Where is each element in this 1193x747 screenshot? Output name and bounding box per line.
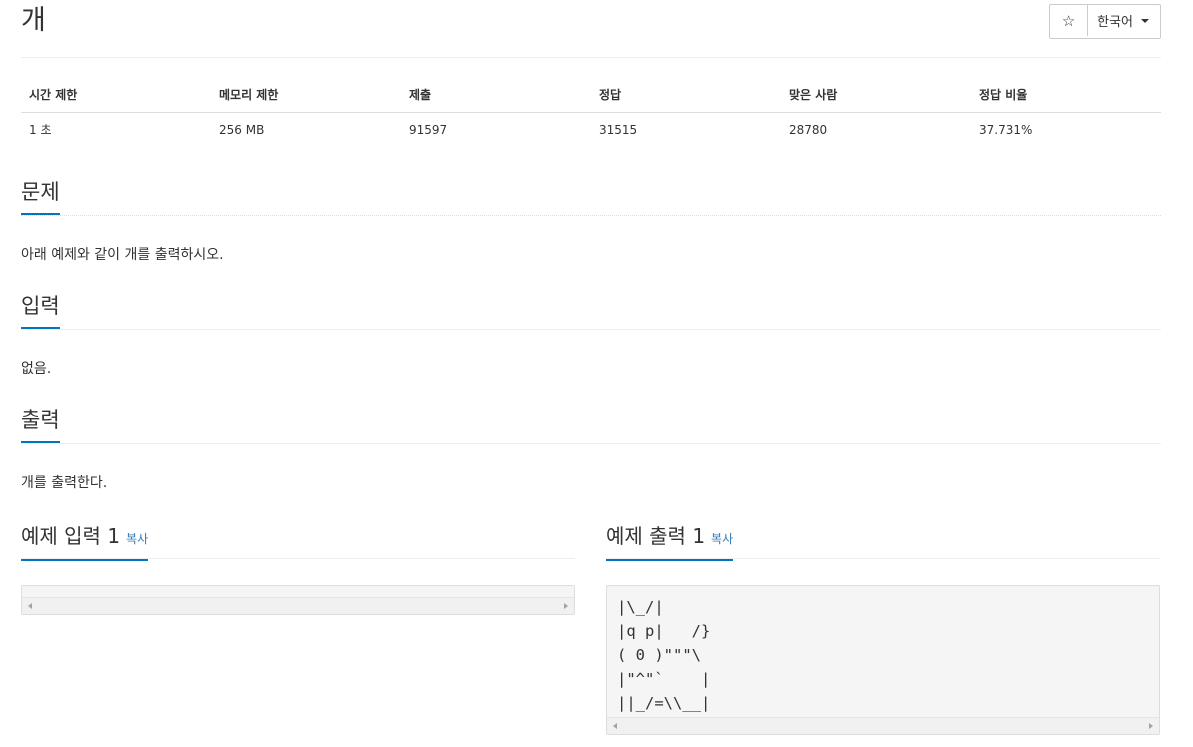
copy-sample-input-button[interactable]: 복사 xyxy=(126,532,148,546)
problem-actions: ☆ 한국어 xyxy=(1049,4,1161,39)
input-section: 입력 없음. xyxy=(21,291,1161,378)
sample-output-section: 예제 출력 1 복사 |\_/| |q p| /} ( 0 )"""\ |"^"`… xyxy=(606,521,1160,735)
language-dropdown[interactable]: 한국어 xyxy=(1088,5,1160,36)
star-button[interactable]: ☆ xyxy=(1050,5,1089,36)
sample-input-content xyxy=(22,586,574,597)
output-header: 출력 xyxy=(21,405,1161,444)
sample-input-section: 예제 입력 1 복사 xyxy=(21,521,575,615)
problem-info-table: 시간 제한 메모리 제한 제출 정답 맞은 사람 정답 비율 1 초 256 M… xyxy=(21,84,1161,147)
caret-down-icon xyxy=(1141,19,1149,23)
header-divider xyxy=(21,57,1161,58)
table-header-row: 시간 제한 메모리 제한 제출 정답 맞은 사람 정답 비율 xyxy=(21,84,1161,112)
sample-output-heading-wrap: 예제 출력 1 복사 xyxy=(606,521,734,561)
sample-output-box[interactable]: |\_/| |q p| /} ( 0 )"""\ |"^"` | ||_/=\\… xyxy=(606,585,1160,735)
sample-input-heading-wrap: 예제 입력 1 복사 xyxy=(21,521,149,561)
description-text: 아래 예제와 같이 개를 출력하시오. xyxy=(21,247,224,263)
header-submissions: 제출 xyxy=(409,88,432,102)
scroll-left-icon[interactable] xyxy=(28,603,32,609)
value-accept-ratio: 37.731% xyxy=(979,123,1033,137)
output-section: 출력 개를 출력한다. xyxy=(21,405,1161,492)
sample-input-scrollbar[interactable] xyxy=(22,597,574,614)
star-icon: ☆ xyxy=(1061,11,1076,30)
copy-sample-output-button[interactable]: 복사 xyxy=(711,532,733,546)
output-text: 개를 출력한다. xyxy=(21,475,108,491)
scroll-left-icon[interactable] xyxy=(613,723,617,729)
sample-input-header: 예제 입력 1 복사 xyxy=(21,521,575,561)
description-section: 문제 아래 예제와 같이 개를 출력하시오. xyxy=(21,177,1161,264)
description-header: 문제 xyxy=(21,177,1161,216)
sample-output-header: 예제 출력 1 복사 xyxy=(606,521,1160,561)
scroll-right-icon[interactable] xyxy=(564,603,568,609)
header-time-limit: 시간 제한 xyxy=(29,88,78,102)
input-header: 입력 xyxy=(21,291,1161,330)
scroll-right-icon[interactable] xyxy=(1149,723,1153,729)
problem-title: 개 xyxy=(21,5,46,36)
output-heading: 출력 xyxy=(21,405,60,443)
header-solvers: 맞은 사람 xyxy=(789,88,838,102)
input-heading: 입력 xyxy=(21,291,60,329)
value-accepted: 31515 xyxy=(599,123,638,137)
header-accept-ratio: 정답 비율 xyxy=(979,88,1028,102)
description-heading: 문제 xyxy=(21,177,60,215)
table-row: 1 초 256 MB 91597 31515 28780 37.731% xyxy=(21,113,1161,147)
sample-output-content: |\_/| |q p| /} ( 0 )"""\ |"^"` | ||_/=\\… xyxy=(617,598,711,712)
value-time-limit: 1 초 xyxy=(29,123,52,137)
sample-output-scrollbar[interactable] xyxy=(607,717,1159,734)
sample-output-heading: 예제 출력 1 xyxy=(606,524,706,548)
value-submissions: 91597 xyxy=(409,123,448,137)
sample-input-box[interactable] xyxy=(21,585,575,615)
language-label: 한국어 xyxy=(1097,15,1133,30)
sample-input-heading: 예제 입력 1 xyxy=(21,524,121,548)
header-memory-limit: 메모리 제한 xyxy=(219,88,279,102)
input-text: 없음. xyxy=(21,361,52,377)
header-accepted: 정답 xyxy=(599,88,622,102)
value-memory-limit: 256 MB xyxy=(219,123,265,137)
value-solvers: 28780 xyxy=(789,123,828,137)
